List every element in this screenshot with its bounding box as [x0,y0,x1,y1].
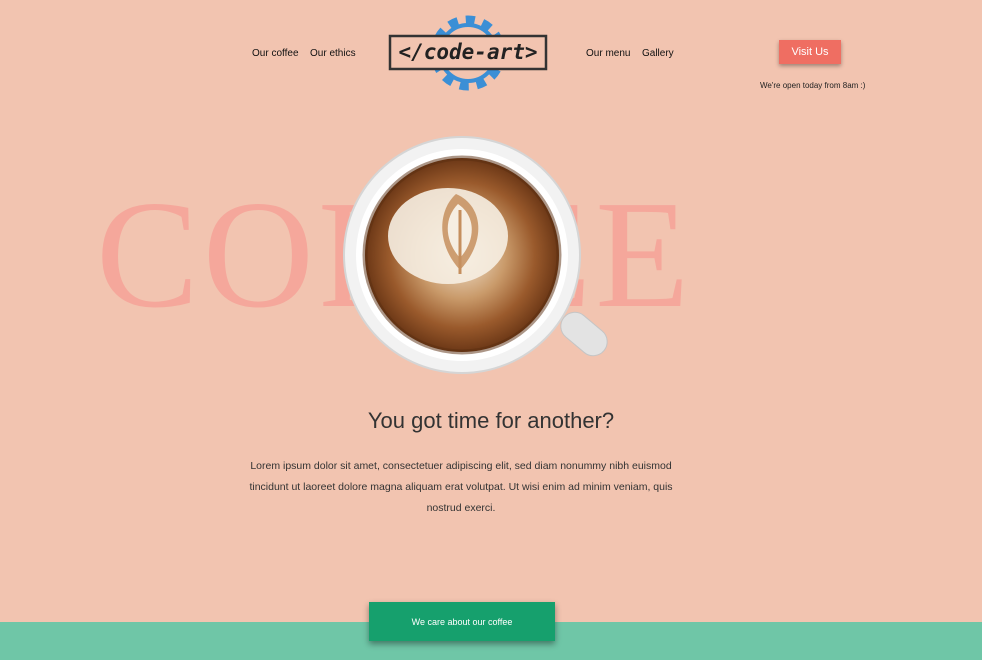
care-about-coffee-button[interactable]: We care about our coffee [369,602,555,641]
logo[interactable]: </code-art> [383,8,553,98]
visit-us-button[interactable]: Visit Us [779,40,841,64]
nav-gallery[interactable]: Gallery [642,48,674,59]
hero-paragraph: Lorem ipsum dolor sit amet, consectetuer… [249,460,673,514]
opening-hours-note: We're open today from 8am :) [760,81,866,90]
coffee-cup-image [343,136,608,374]
nav-our-menu[interactable]: Our menu [586,48,630,59]
nav-our-ethics[interactable]: Our ethics [310,48,356,59]
nav-our-coffee[interactable]: Our coffee [252,48,299,59]
hero-heading: You got time for another? [367,408,615,433]
logo-text: </code-art> [398,40,537,64]
